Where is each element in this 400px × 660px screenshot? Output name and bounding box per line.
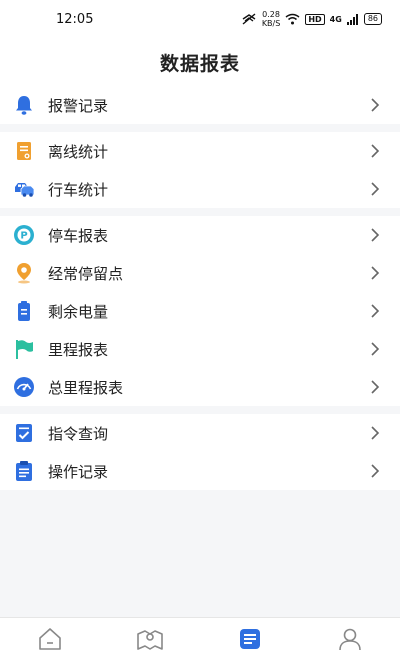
car-icon — [12, 177, 36, 201]
document-icon — [12, 139, 36, 163]
battery-icon — [12, 299, 36, 323]
network-speed: 0.28 KB/S — [262, 10, 281, 28]
chevron-right-icon — [371, 144, 380, 158]
battery-indicator: 86 — [363, 13, 382, 25]
flag-icon — [12, 337, 36, 361]
chevron-right-icon — [371, 342, 380, 356]
menu-item-total-mileage-report[interactable]: 总里程报表 — [0, 368, 400, 406]
bottom-tab-bar — [0, 617, 400, 660]
page-title: 数据报表 — [159, 52, 240, 75]
menu-item-label: 停车报表 — [48, 226, 109, 245]
menu-item-frequent-stops[interactable]: 经常停留点 — [0, 254, 400, 292]
menu-item-offline-statistics[interactable]: 离线统计 — [0, 132, 400, 170]
menu-group-alarm: 报警记录 — [0, 86, 400, 124]
menu-item-label: 指令查询 — [48, 424, 109, 443]
menu-group-reports: P 停车报表 经常停留点 剩余电量 里程报表 总里程报表 — [0, 216, 400, 406]
status-time: 12:05 — [56, 11, 94, 27]
chevron-right-icon — [371, 182, 380, 196]
menu-group-statistics: 离线统计 行车统计 — [0, 132, 400, 208]
menu-item-operation-records[interactable]: 操作记录 — [0, 452, 400, 490]
parking-icon: P — [12, 223, 36, 247]
group-divider — [0, 124, 400, 132]
speedometer-icon — [12, 375, 36, 399]
menu-item-label: 操作记录 — [48, 462, 109, 481]
wifi-icon — [285, 13, 300, 25]
chevron-right-icon — [371, 228, 380, 242]
home-icon — [39, 628, 61, 650]
menu-item-label: 里程报表 — [48, 340, 109, 359]
signal-label: 4G — [329, 14, 342, 24]
menu-item-label: 离线统计 — [48, 142, 109, 161]
hd-badge: HD — [305, 13, 325, 25]
status-bar: 12:05 0.28 KB/S HD 4G 86 — [0, 0, 400, 38]
chevron-right-icon — [371, 464, 380, 478]
tab-map[interactable] — [120, 626, 180, 652]
menu-item-label: 剩余电量 — [48, 302, 109, 321]
profile-icon — [339, 628, 361, 651]
menu-item-command-query[interactable]: 指令查询 — [0, 414, 400, 452]
menu-item-alarm-records[interactable]: 报警记录 — [0, 86, 400, 124]
tab-reports[interactable] — [220, 626, 280, 652]
report-icon — [240, 629, 260, 649]
menu-item-label: 总里程报表 — [48, 378, 124, 397]
menu-item-remaining-battery[interactable]: 剩余电量 — [0, 292, 400, 330]
tab-home[interactable] — [20, 626, 80, 652]
page-header: 数据报表 — [0, 38, 400, 86]
bell-icon — [12, 93, 36, 117]
menu-item-label: 行车统计 — [48, 180, 109, 199]
menu-group-commands: 指令查询 操作记录 — [0, 414, 400, 490]
group-divider — [0, 406, 400, 414]
location-pin-icon — [12, 261, 36, 285]
chevron-right-icon — [371, 380, 380, 394]
chevron-right-icon — [371, 98, 380, 112]
group-divider — [0, 208, 400, 216]
menu-item-label: 经常停留点 — [48, 264, 124, 283]
tab-profile[interactable] — [320, 626, 380, 652]
status-icons: 0.28 KB/S HD 4G 86 — [241, 10, 382, 28]
chevron-right-icon — [371, 426, 380, 440]
chevron-right-icon — [371, 266, 380, 280]
speed-value: 0.28 — [262, 10, 280, 19]
chevron-right-icon — [371, 304, 380, 318]
map-icon — [137, 630, 163, 650]
speed-unit: KB/S — [261, 19, 281, 28]
mute-icon — [242, 13, 256, 25]
checklist-icon — [12, 421, 36, 445]
svg-text:P: P — [20, 231, 27, 242]
menu-item-label: 报警记录 — [48, 96, 109, 115]
signal-icon — [346, 13, 358, 25]
menu-item-mileage-report[interactable]: 里程报表 — [0, 330, 400, 368]
menu-item-parking-report[interactable]: P 停车报表 — [0, 216, 400, 254]
clipboard-icon — [12, 459, 36, 483]
menu-item-driving-statistics[interactable]: 行车统计 — [0, 170, 400, 208]
